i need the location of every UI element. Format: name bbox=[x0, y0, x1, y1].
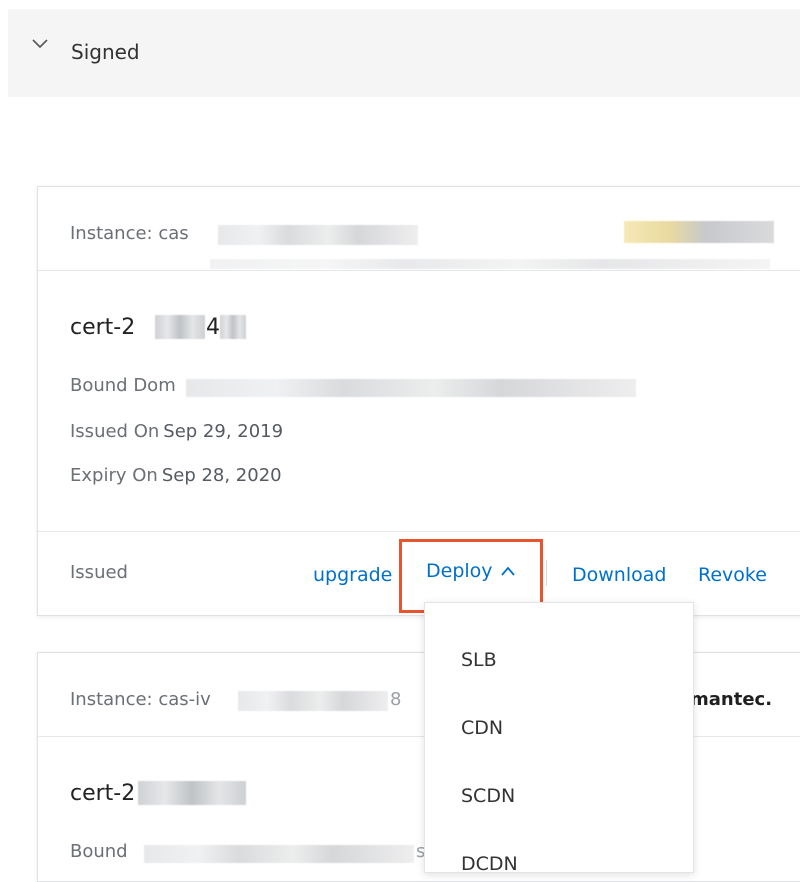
instance-fragment: 8 bbox=[390, 689, 402, 710]
redacted-bound-domain bbox=[186, 379, 636, 397]
upgrade-link[interactable]: upgrade bbox=[313, 564, 392, 586]
expiry-on-field: Expiry On Sep 28, 2020 bbox=[70, 465, 282, 486]
chevron-up-icon bbox=[500, 566, 515, 576]
instance-label: Instance: cas bbox=[70, 223, 189, 244]
deploy-label: Deploy bbox=[426, 560, 493, 582]
certificate-id: cert-2 bbox=[70, 781, 136, 806]
deploy-dropdown-menu: SLB CDN SCDN DCDN bbox=[424, 602, 694, 875]
certificate-card: Instance: cas cert-2 4 Bound Dom Issued … bbox=[37, 186, 800, 616]
redacted-cert-id bbox=[138, 781, 246, 805]
redacted-instance-id bbox=[218, 225, 418, 245]
divider bbox=[546, 560, 547, 586]
redacted-cert-id-tail bbox=[220, 315, 246, 339]
bound-domain-field: Bound Dom bbox=[70, 375, 176, 396]
redacted-bound-domain bbox=[144, 845, 414, 863]
menu-item-dcdn[interactable]: DCDN bbox=[461, 853, 518, 875]
menu-item-cdn[interactable]: CDN bbox=[461, 717, 503, 739]
bound-domain-field: Bound bbox=[70, 841, 128, 862]
redacted-strip bbox=[210, 259, 770, 269]
section-title: Signed bbox=[71, 40, 140, 64]
menu-item-slb[interactable]: SLB bbox=[461, 649, 497, 671]
brand-name: mantec. bbox=[690, 689, 773, 710]
certificate-id: cert-2 bbox=[70, 315, 136, 340]
certificate-id-suffix: 4 bbox=[206, 315, 220, 340]
instance-label: Instance: cas-iv bbox=[70, 689, 211, 710]
redacted-brand-logo bbox=[624, 221, 774, 243]
download-link[interactable]: Download bbox=[572, 564, 666, 586]
revoke-link[interactable]: Revoke bbox=[698, 564, 767, 586]
menu-item-scdn[interactable]: SCDN bbox=[461, 785, 515, 807]
chevron-down-icon[interactable] bbox=[32, 36, 48, 52]
status-badge: Issued bbox=[70, 562, 128, 583]
issued-on-field: Issued On Sep 29, 2019 bbox=[70, 421, 284, 442]
redacted-instance-id bbox=[238, 691, 388, 711]
redacted-cert-id bbox=[155, 315, 205, 339]
card-header: Instance: cas bbox=[38, 187, 800, 271]
deploy-button[interactable]: Deploy bbox=[426, 560, 515, 582]
